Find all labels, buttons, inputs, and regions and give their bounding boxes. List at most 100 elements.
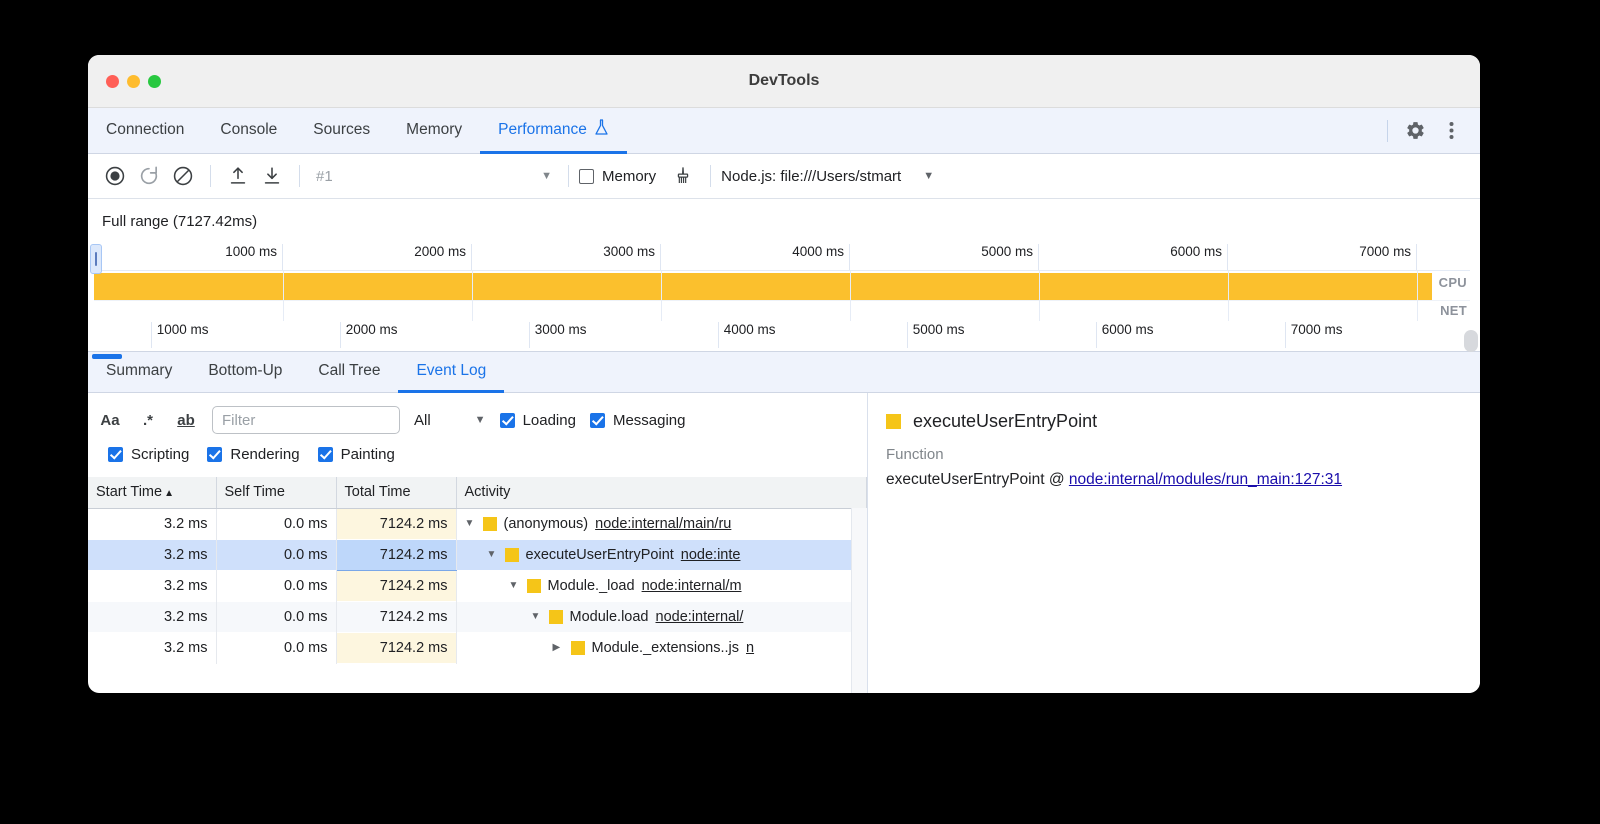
reload-record-icon[interactable] (132, 159, 166, 193)
category-checkbox-painting[interactable]: Painting (318, 446, 395, 463)
overview-scrollbar-thumb[interactable] (1464, 330, 1478, 352)
activity-source-link[interactable]: node:internal/ (656, 609, 744, 625)
window-traffic-lights (88, 75, 161, 88)
category-checkbox-scripting[interactable]: Scripting (108, 446, 189, 463)
minimize-window-button[interactable] (127, 75, 140, 88)
category-label: Scripting (131, 446, 189, 463)
close-window-button[interactable] (106, 75, 119, 88)
ruler-tick-top: 1000 ms (94, 244, 283, 270)
divider (568, 165, 569, 187)
duration-filter-selector[interactable]: All ▼ (414, 412, 486, 429)
table-row[interactable]: 3.2 ms0.0 ms7124.2 ms▼(anonymous)node:in… (88, 508, 867, 539)
tab-memory[interactable]: Memory (388, 108, 480, 154)
tab-performance[interactable]: Performance (480, 108, 627, 154)
table-row[interactable]: 3.2 ms0.0 ms7124.2 ms▶Module._extensions… (88, 632, 867, 663)
memory-checkbox[interactable]: Memory (579, 168, 656, 185)
category-label: Loading (523, 412, 576, 429)
activity-source-link[interactable]: node:internal/m (642, 578, 742, 594)
activity-source-link[interactable]: node:inte (681, 547, 741, 563)
tab-label: Connection (106, 121, 184, 139)
cell-activity: ▼(anonymous)node:internal/main/ru (456, 508, 867, 539)
whole-word-icon[interactable]: ab (174, 412, 198, 429)
category-checkbox-rendering[interactable]: Rendering (207, 446, 299, 463)
column-header-activity[interactable]: Activity (456, 477, 867, 508)
ruler-tick-bottom: 4000 ms (718, 322, 907, 348)
match-case-icon[interactable]: Aa (98, 412, 122, 429)
subtab-call-tree[interactable]: Call Tree (300, 352, 398, 393)
tab-connection[interactable]: Connection (88, 108, 202, 154)
table-row[interactable]: 3.2 ms0.0 ms7124.2 ms▼executeUserEntryPo… (88, 539, 867, 570)
divider (710, 165, 711, 187)
ruler-tick-top: 7000 ms (1228, 244, 1417, 270)
collapse-triangle-icon[interactable]: ▼ (465, 518, 476, 529)
column-header-start-time[interactable]: Start Time▲ (88, 477, 216, 508)
tab-console[interactable]: Console (202, 108, 295, 154)
activity-source-link[interactable]: n (746, 640, 754, 656)
overview-ruler-area: 1000 ms 2000 ms3000 ms4000 ms5000 ms6000 … (88, 244, 1480, 351)
gridline (1039, 271, 1040, 321)
ruler-tick-bottom: 2000 ms (340, 322, 529, 348)
range-selection-indicator[interactable] (92, 354, 122, 359)
collapse-triangle-icon[interactable]: ▼ (487, 549, 498, 560)
category-checkbox-loading[interactable]: Loading (500, 412, 576, 429)
expand-triangle-icon[interactable]: ▶ (553, 642, 564, 653)
table-row[interactable]: 3.2 ms0.0 ms7124.2 ms▼Module._loadnode:i… (88, 570, 867, 601)
overview-ruler-top: 1000 ms2000 ms3000 ms4000 ms5000 ms6000 … (94, 244, 1470, 270)
details-stack-row: executeUserEntryPoint @ node:internal/mo… (886, 471, 1480, 489)
overview-lanes[interactable]: CPU NET (94, 270, 1470, 322)
checkbox-box (579, 169, 594, 184)
clear-icon[interactable] (166, 159, 200, 193)
subtab-label: Event Log (416, 362, 486, 380)
kebab-menu-icon[interactable] (1434, 114, 1468, 148)
cell-activity: ▼Module.loadnode:internal/ (456, 601, 867, 632)
collect-garbage-icon[interactable] (666, 159, 700, 193)
cell-total-time: 7124.2 ms (336, 508, 456, 539)
maximize-window-button[interactable] (148, 75, 161, 88)
table-header-row: Start Time▲ Self Time Total Time Activit… (88, 477, 867, 508)
cell-self-time: 0.0 ms (216, 539, 336, 570)
ruler-tick-bottom: 5000 ms (907, 322, 1096, 348)
gridline (850, 271, 851, 321)
ruler-tick-bottom: 6000 ms (1096, 322, 1285, 348)
column-header-self-time[interactable]: Self Time (216, 477, 336, 508)
sort-ascending-icon: ▲ (164, 488, 174, 499)
cell-total-time: 7124.2 ms (336, 570, 456, 601)
overview-ruler-bottom: 1000 ms2000 ms3000 ms4000 ms5000 ms6000 … (94, 322, 1470, 348)
activity-name: Module._load (548, 578, 635, 594)
ruler-tick-bottom: 3000 ms (529, 322, 718, 348)
load-profile-icon[interactable] (221, 159, 255, 193)
subtab-bottom-up[interactable]: Bottom-Up (190, 352, 300, 393)
category-checkbox-messaging[interactable]: Messaging (590, 412, 686, 429)
collapse-triangle-icon[interactable]: ▼ (531, 611, 542, 622)
timeline-overview: Full range (7127.42ms) 1000 ms2000 ms300… (88, 199, 1480, 351)
collapse-triangle-icon[interactable]: ▼ (509, 580, 520, 591)
details-source-link[interactable]: node:internal/modules/run_main:127:31 (1069, 471, 1342, 488)
target-selector[interactable]: Node.js: file:///Users/stmart ▼ (721, 168, 934, 185)
ruler-tick-bottom: 7000 ms (1285, 322, 1474, 348)
regex-icon[interactable]: .* (136, 412, 160, 429)
record-icon[interactable] (98, 159, 132, 193)
cell-start-time: 3.2 ms (88, 539, 216, 570)
subtab-label: Summary (106, 362, 172, 380)
filter-input[interactable] (212, 406, 400, 434)
save-profile-icon[interactable] (255, 159, 289, 193)
event-color-swatch (886, 414, 901, 429)
gear-icon[interactable] (1398, 114, 1432, 148)
event-log-table: Start Time▲ Self Time Total Time Activit… (88, 477, 867, 664)
table-row[interactable]: 3.2 ms0.0 ms7124.2 ms▼Module.loadnode:in… (88, 601, 867, 632)
event-log-panes: Aa .* ab All ▼ Loading (88, 393, 1480, 693)
event-log-vertical-scrollbar[interactable] (851, 508, 867, 693)
tab-sources[interactable]: Sources (295, 108, 388, 154)
subtab-event-log[interactable]: Event Log (398, 352, 504, 393)
column-header-total-time[interactable]: Total Time (336, 477, 456, 508)
cell-activity: ▶Module._extensions..jsn (456, 632, 867, 663)
cpu-lane: CPU (94, 271, 1470, 300)
activity-source-link[interactable]: node:internal/main/ru (595, 516, 731, 532)
range-selection-handle-left[interactable] (90, 244, 102, 274)
activity-color-swatch (571, 641, 585, 655)
checkbox-box (500, 413, 515, 428)
chevron-down-icon: ▼ (541, 170, 552, 182)
cpu-lane-label: CPU (1439, 275, 1467, 290)
profile-selector[interactable]: #1 ▼ (310, 162, 558, 190)
memory-label: Memory (602, 168, 656, 185)
